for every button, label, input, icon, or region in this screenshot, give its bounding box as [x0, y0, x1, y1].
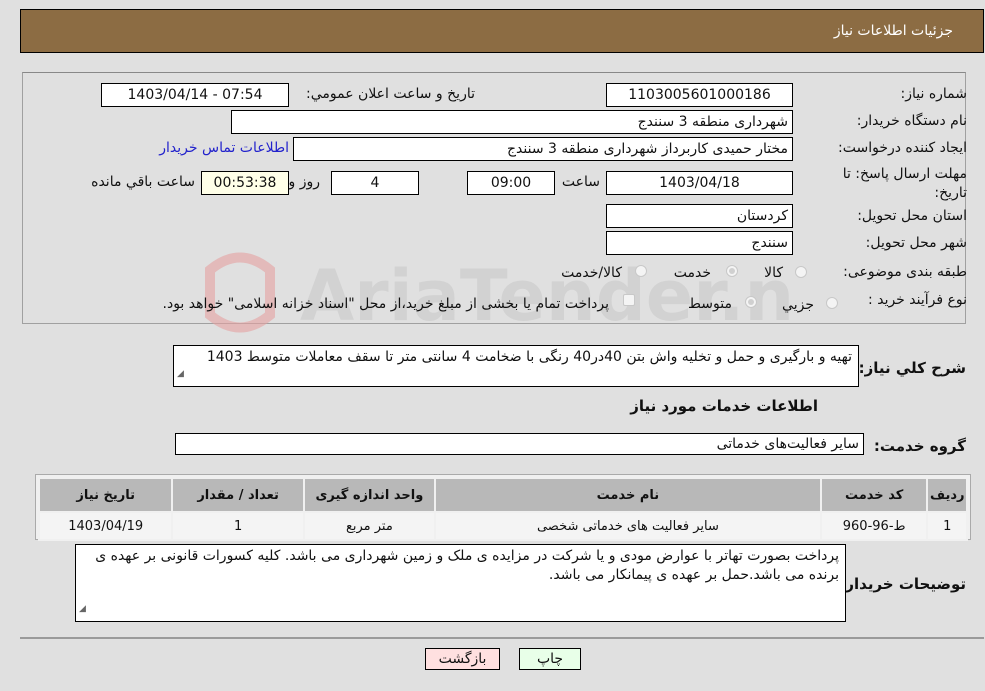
process-option-minor: جزيي [782, 297, 814, 313]
creator-label: ایجاد کننده درخواست: [838, 140, 967, 156]
remaining-label: ساعت باقي مانده [91, 174, 195, 190]
days-field: 4 [331, 171, 419, 195]
col-service-name: نام خدمت [434, 477, 822, 513]
deadline-label: مهلت ارسال پاسخ: تا تاریخ: [842, 166, 967, 201]
buyer-org-field: شهرداری منطقه 3 سنندج [231, 110, 793, 134]
services-table: ردیف کد خدمت نام خدمت واحد اندازه گیری ت… [37, 477, 968, 541]
deadline-time-field: 09:00 [467, 171, 555, 195]
description-textarea[interactable]: تهیه و بارگیری و حمل و تخلیه واش بتن 40د… [173, 345, 859, 387]
col-row-number: ردیف [926, 477, 968, 513]
buyer-contact-link[interactable]: اطلاعات تماس خریدار [159, 140, 289, 156]
remaining-time-field: 00:53:38 [201, 171, 289, 195]
deadline-date-field: 1403/04/18 [606, 171, 793, 195]
service-group-field: سایر فعالیت‌های خدماتی [175, 433, 864, 455]
city-label: شهر محل تحویل: [865, 235, 967, 251]
creator-field: مختار حمیدی کاربرداز شهرداری منطقه 3 سنن… [293, 137, 793, 161]
process-radio-medium[interactable] [745, 296, 757, 308]
description-text: تهیه و بارگیری و حمل و تخلیه واش بتن 40د… [206, 349, 852, 365]
city-field: سنندج [606, 231, 793, 255]
category-option-goods: کالا [764, 265, 783, 281]
col-unit: واحد اندازه گیری [302, 477, 437, 513]
treasury-checkbox[interactable] [623, 294, 635, 306]
page-header: جزئیات اطلاعات نیاز [20, 9, 984, 53]
category-option-goods-service: کالا/خدمت [561, 265, 622, 281]
buyer-notes-textarea[interactable]: پرداخت بصورت تهاتر با عوارض مودی و یا شر… [75, 544, 846, 622]
buyer-notes-text: پرداخت بصورت تهاتر با عوارض مودی و یا شر… [95, 548, 839, 583]
announce-date-field: 1403/04/14 - 07:54 [101, 83, 289, 107]
col-need-date: تاریخ نیاز [37, 477, 174, 513]
treasury-note: پرداخت تمام یا بخشی از مبلغ خرید،از محل … [162, 296, 609, 312]
need-number-field: 1103005601000186 [606, 83, 793, 107]
back-button[interactable]: بازگشت [425, 648, 500, 670]
print-button[interactable]: چاپ [519, 648, 581, 670]
footer-divider [20, 637, 984, 639]
cell-quantity: 1 [171, 511, 305, 541]
process-label: نوع فرآیند خرید : [868, 292, 967, 308]
time-label: ساعت [561, 174, 600, 190]
page-title: جزئیات اطلاعات نیاز [833, 23, 953, 39]
category-label: طبقه بندی موضوعی: [843, 264, 967, 280]
category-radio-goods[interactable] [795, 266, 807, 278]
need-number-label: شماره نیاز: [900, 86, 968, 102]
table-header-row: ردیف کد خدمت نام خدمت واحد اندازه گیری ت… [37, 477, 968, 513]
service-group-label: گروه خدمت: [873, 437, 966, 455]
announce-label: تاریخ و ساعت اعلان عمومي: [306, 86, 475, 102]
description-label: شرح كلي نياز: [858, 359, 966, 377]
buyer-org-label: نام دستگاه خریدار: [856, 113, 967, 129]
province-field: کردستان [606, 204, 793, 228]
days-label: روز و [288, 174, 321, 190]
category-option-service: خدمت [673, 265, 711, 281]
cell-unit: متر مربع [302, 511, 437, 541]
cell-service-code: ط-96-960 [819, 511, 929, 541]
col-service-code: کد خدمت [819, 477, 929, 513]
cell-need-date: 1403/04/19 [37, 511, 174, 541]
process-radio-minor[interactable] [826, 297, 838, 309]
buyer-notes-label: توضیحات خریدار: [839, 575, 966, 593]
resize-grip-icon[interactable]: ◢ [79, 600, 86, 619]
table-row: 1 ط-96-960 سایر فعالیت های خدماتی شخصی م… [37, 511, 968, 541]
category-radio-service[interactable] [726, 265, 738, 277]
cell-row-number: 1 [926, 511, 968, 541]
cell-service-name: سایر فعالیت های خدماتی شخصی [434, 511, 822, 541]
province-label: استان محل تحویل: [857, 208, 967, 224]
process-option-medium: متوسط [688, 296, 732, 312]
category-radio-goods-service[interactable] [635, 265, 647, 277]
services-section-title: اطلاعات خدمات مورد نیاز [630, 397, 818, 415]
resize-grip-icon[interactable]: ◢ [177, 365, 184, 384]
col-quantity: تعداد / مقدار [171, 477, 305, 513]
